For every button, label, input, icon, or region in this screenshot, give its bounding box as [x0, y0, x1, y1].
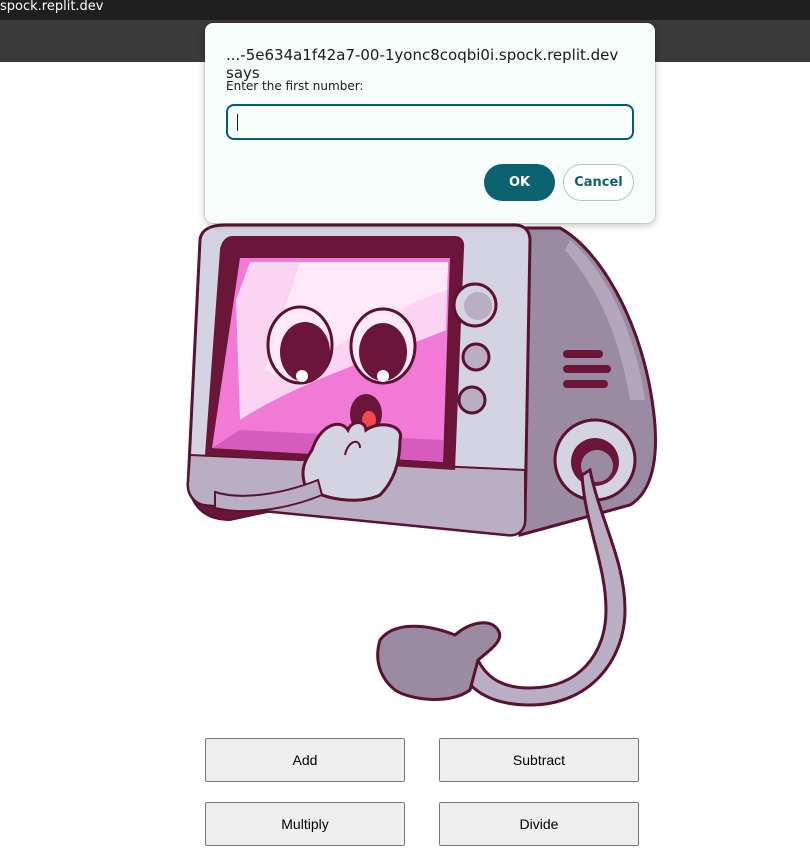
divide-button[interactable]: Divide [439, 802, 639, 846]
text-caret [237, 114, 238, 131]
microwave-character-illustration [186, 223, 658, 707]
multiply-button[interactable]: Multiply [205, 802, 405, 846]
browser-top-bar: spock.replit.dev [0, 0, 810, 20]
number-input[interactable] [226, 104, 634, 140]
dialog-message: Enter the first number: [226, 79, 364, 93]
cancel-button[interactable]: Cancel [563, 164, 634, 201]
ok-button[interactable]: OK [484, 164, 555, 201]
page-url: spock.replit.dev [0, 0, 104, 14]
dialog-title: ...-5e634a1f42a7-00-1yonc8coqbi0i.spock.… [226, 46, 619, 82]
subtract-button[interactable]: Subtract [439, 738, 639, 782]
prompt-dialog: ...-5e634a1f42a7-00-1yonc8coqbi0i.spock.… [205, 23, 655, 223]
add-button[interactable]: Add [205, 738, 405, 782]
